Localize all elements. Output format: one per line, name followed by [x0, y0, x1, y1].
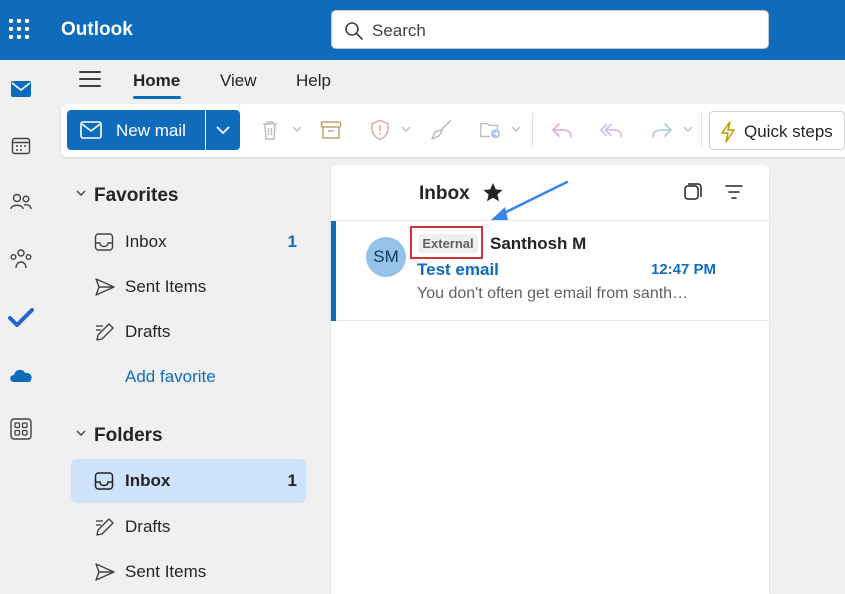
folder-label: Drafts — [125, 517, 171, 536]
new-mail-label: New mail — [116, 121, 186, 140]
folder-label: Inbox — [125, 471, 171, 490]
report-chevron-icon[interactable] — [401, 126, 411, 133]
folders-header[interactable]: Folders — [94, 425, 163, 447]
quick-steps-label: Quick steps — [744, 122, 833, 141]
message-list-title: Inbox — [419, 183, 470, 204]
mail-compose-icon — [80, 121, 102, 139]
move-icon[interactable] — [479, 118, 503, 142]
drafts-icon — [96, 323, 114, 341]
message-preview: You don't often get email from santh… — [417, 285, 689, 302]
send-icon — [95, 278, 115, 296]
favorites-item-drafts[interactable]: Drafts — [71, 310, 306, 354]
highlight-box — [410, 226, 483, 259]
unread-count: 1 — [287, 471, 297, 490]
folder-label: Inbox — [125, 232, 167, 251]
tab-help[interactable]: Help — [296, 71, 331, 91]
inbox-icon — [94, 233, 114, 251]
hamburger-menu-icon[interactable] — [79, 71, 101, 89]
lightning-icon — [721, 121, 735, 143]
top-bar: Outlook Search — [0, 0, 845, 60]
todo-icon[interactable] — [8, 304, 34, 330]
tab-view[interactable]: View — [220, 71, 257, 91]
toolbar-separator — [532, 113, 533, 147]
folders-item-inbox[interactable]: Inbox 1 — [71, 459, 306, 503]
search-icon — [345, 22, 363, 40]
delete-chevron-icon[interactable] — [292, 126, 302, 133]
sweep-icon[interactable] — [429, 118, 453, 142]
quick-steps-button[interactable]: Quick steps — [709, 111, 845, 150]
favorites-item-inbox[interactable]: Inbox 1 — [71, 220, 306, 264]
reply-icon[interactable] — [550, 118, 574, 142]
favorites-item-sent-items[interactable]: Sent Items — [71, 265, 306, 309]
new-mail-button[interactable]: New mail — [67, 110, 205, 150]
onedrive-icon[interactable] — [8, 362, 34, 388]
tab-home-indicator — [133, 96, 181, 99]
unread-count: 1 — [287, 232, 297, 251]
archive-icon[interactable] — [319, 118, 343, 142]
new-mail-dropdown-button[interactable] — [206, 110, 240, 150]
avatar: SM — [366, 237, 406, 277]
delete-icon[interactable] — [258, 118, 282, 142]
groups-icon[interactable] — [8, 246, 34, 272]
search-box[interactable]: Search — [331, 10, 769, 49]
unread-indicator — [331, 221, 336, 321]
chevron-down-icon — [216, 126, 230, 134]
message-time: 12:47 PM — [651, 261, 717, 278]
toolbar-separator — [701, 113, 702, 147]
move-chevron-icon[interactable] — [511, 126, 521, 133]
folders-item-sent-items[interactable]: Sent Items — [71, 550, 306, 594]
favorites-chevron-icon[interactable] — [76, 190, 86, 197]
folder-label: Drafts — [125, 322, 171, 341]
app-launcher-icon[interactable] — [9, 19, 31, 41]
calendar-icon[interactable] — [8, 133, 34, 159]
report-icon[interactable] — [368, 118, 392, 142]
reply-all-icon[interactable] — [600, 118, 624, 142]
drafts-icon — [96, 518, 114, 536]
forward-icon[interactable] — [650, 118, 674, 142]
send-icon — [95, 563, 115, 581]
folder-label: Sent Items — [125, 562, 207, 581]
favorites-header[interactable]: Favorites — [94, 185, 178, 207]
people-icon[interactable] — [8, 189, 34, 215]
forward-chevron-icon[interactable] — [683, 126, 693, 133]
app-title[interactable]: Outlook — [61, 19, 133, 41]
inbox-icon — [94, 472, 114, 490]
apps-icon[interactable] — [8, 416, 34, 442]
search-placeholder: Search — [372, 21, 426, 40]
favorite-star-icon[interactable] — [482, 182, 504, 203]
message-subject: Test email — [417, 260, 499, 279]
filter-icon[interactable] — [724, 184, 744, 200]
select-mode-icon[interactable] — [683, 182, 703, 202]
folder-label: Sent Items — [125, 277, 207, 296]
mail-icon[interactable] — [8, 76, 34, 102]
tab-home[interactable]: Home — [133, 71, 180, 91]
folders-chevron-icon[interactable] — [76, 430, 86, 437]
folders-item-drafts[interactable]: Drafts — [71, 505, 306, 549]
message-sender: Santhosh M — [490, 234, 587, 253]
add-favorite-link[interactable]: Add favorite — [125, 367, 216, 387]
